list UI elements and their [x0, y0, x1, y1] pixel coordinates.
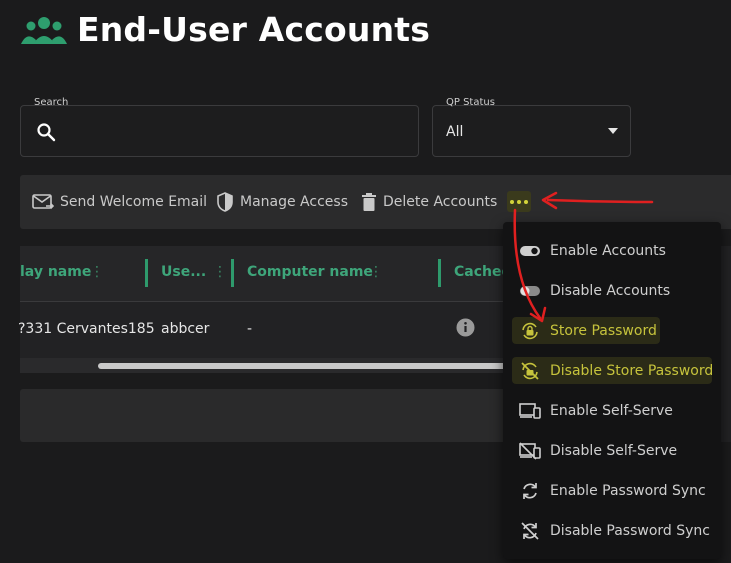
- more-actions-button[interactable]: [507, 191, 531, 212]
- column-separator[interactable]: [231, 259, 234, 287]
- qp-status-value: All: [446, 124, 464, 140]
- page-title: End-User Accounts: [77, 10, 431, 49]
- menu-item-label: Enable Password Sync: [550, 483, 706, 499]
- trash-icon: [362, 193, 376, 211]
- sync-icon: [523, 483, 537, 499]
- menu-item-label: Disable Store Password: [550, 363, 714, 379]
- column-menu-icon[interactable]: ⋮: [90, 264, 104, 280]
- lock-sync-icon: [522, 322, 538, 340]
- menu-item-label: Disable Self-Serve: [550, 443, 678, 459]
- cell-display-name: ?331 Cervantes185: [18, 321, 155, 337]
- send-welcome-email-button[interactable]: Send Welcome Email: [32, 190, 207, 214]
- menu-item-label: Store Password: [550, 323, 657, 339]
- menu-item-label: Disable Password Sync: [550, 523, 710, 539]
- column-header-display-name[interactable]: lay name: [20, 264, 91, 280]
- menu-item-disable-accounts[interactable]: Disable Accounts: [503, 271, 721, 311]
- column-menu-icon[interactable]: ⋮: [369, 264, 383, 280]
- sync-off-icon: [521, 522, 539, 540]
- menu-item-disable-password-sync[interactable]: Disable Password Sync: [503, 511, 721, 551]
- menu-item-enable-accounts[interactable]: Enable Accounts: [503, 231, 721, 271]
- column-separator[interactable]: [438, 259, 441, 287]
- scrollbar-thumb[interactable]: [98, 363, 510, 369]
- menu-item-label: Enable Self-Serve: [550, 403, 673, 419]
- delete-accounts-button[interactable]: Delete Accounts: [361, 190, 497, 214]
- menu-item-disable-self-serve[interactable]: Disable Self-Serve: [503, 431, 721, 471]
- column-header-username[interactable]: Use...: [161, 264, 206, 280]
- info-icon[interactable]: [456, 318, 475, 337]
- table-footer: [20, 389, 510, 442]
- users-icon: [21, 17, 67, 44]
- devices-icon: [519, 403, 541, 419]
- chevron-down-icon[interactable]: [608, 128, 618, 134]
- manage-access-button[interactable]: Manage Access: [216, 190, 348, 214]
- column-header-computer-name[interactable]: Computer name: [247, 264, 373, 280]
- search-icon: [37, 123, 56, 142]
- toggle-off-icon: [520, 286, 540, 296]
- lock-sync-off-icon: [521, 362, 539, 380]
- menu-item-store-password[interactable]: Store Password: [503, 311, 721, 351]
- cell-computer-name: -: [247, 321, 253, 337]
- delete-accounts-label: Delete Accounts: [383, 194, 498, 210]
- qp-status-label: QP Status: [446, 97, 495, 108]
- manage-access-label: Manage Access: [240, 194, 348, 210]
- column-menu-icon[interactable]: ⋮: [213, 264, 227, 280]
- menu-item-enable-self-serve[interactable]: Enable Self-Serve: [503, 391, 721, 431]
- menu-item-label: Disable Accounts: [550, 283, 671, 299]
- toggle-on-icon: [520, 246, 540, 256]
- search-input[interactable]: [62, 115, 406, 149]
- more-dots-icon: [510, 199, 514, 204]
- column-separator[interactable]: [145, 259, 148, 287]
- devices-off-icon: [519, 442, 541, 460]
- send-welcome-email-label: Send Welcome Email: [60, 194, 208, 210]
- search-label: Search: [34, 97, 69, 108]
- menu-item-label: Enable Accounts: [550, 243, 666, 259]
- cell-username: abbcer: [161, 321, 210, 337]
- menu-item-enable-password-sync[interactable]: Enable Password Sync: [503, 471, 721, 511]
- shield-icon: [217, 192, 233, 212]
- email-send-icon: [32, 194, 54, 210]
- menu-item-disable-store-password[interactable]: Disable Store Password: [503, 351, 721, 391]
